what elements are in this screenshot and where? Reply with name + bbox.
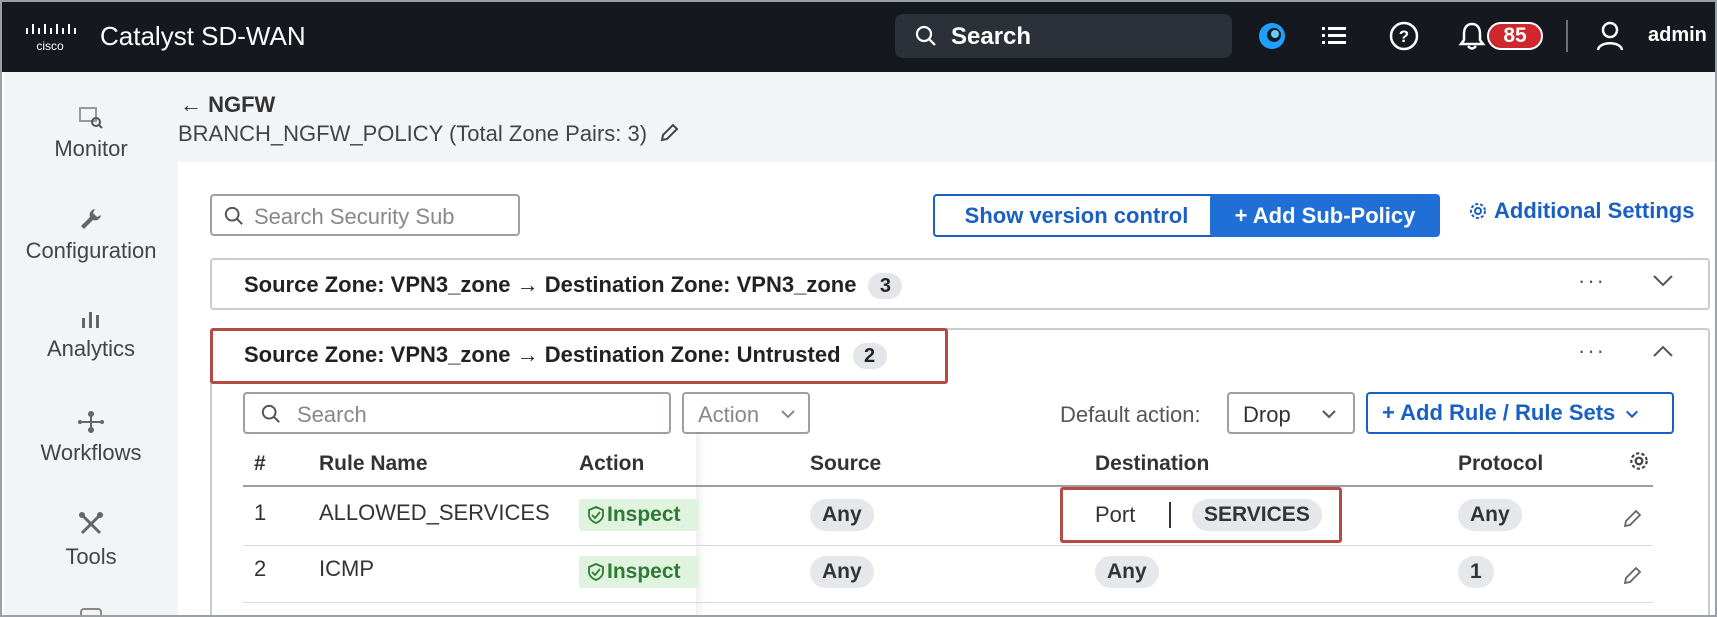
more-nav-icon[interactable] [80,608,102,617]
zone-pair-text: Source Zone: VPN3_zone → Destination Zon… [244,272,857,297]
nav-item-configuration[interactable]: Configuration [4,206,178,264]
assistant-icon[interactable] [1256,20,1288,52]
app-title: Catalyst SD-WAN [100,21,306,51]
help-icon[interactable]: ? [1388,20,1420,52]
nav-item-monitor[interactable]: Monitor [4,106,178,162]
policy-title: BRANCH_NGFW_POLICY (Total Zone Pairs: 3) [178,121,679,147]
search-icon [224,206,243,225]
source-pill: Any [810,556,874,588]
column-header-rule-name[interactable]: Rule Name [319,452,428,476]
back-link[interactable]: ← NGFW [180,92,275,118]
global-search-label: Search [951,23,1032,50]
zone-rule-count: 3 [868,273,903,299]
user-name[interactable]: admin [1648,24,1707,47]
column-header-destination[interactable]: Destination [1095,452,1209,476]
rule-name[interactable]: ICMP [319,556,374,582]
search-icon [261,404,280,423]
bar-chart-icon [82,312,99,328]
chevron-down-icon [781,410,795,419]
nav-item-label: Workflows [40,440,142,465]
additional-settings-link[interactable]: Additional Settings [1468,198,1694,224]
monitor-icon [79,107,103,129]
notifications-bell-icon[interactable] [1456,20,1488,52]
default-action-select[interactable]: Drop [1227,392,1355,434]
policy-title-text: BRANCH_NGFW_POLICY (Total Zone Pairs: 3) [178,121,648,146]
edit-pencil-icon[interactable] [1622,509,1642,529]
action-badge: Inspect [579,556,699,588]
left-nav: Monitor Configuration Analytics Workflow… [4,72,178,617]
nav-item-label: Configuration [25,238,157,263]
workflow-icon [78,411,104,433]
more-options-icon[interactable]: ··· [1578,268,1606,294]
shield-check-icon [588,506,604,524]
nav-item-label: Monitor [54,136,128,161]
column-header-number: # [254,452,266,475]
chevron-down-icon [1322,410,1336,419]
add-rule-button[interactable]: + Add Rule / Rule Sets [1366,392,1674,434]
column-header-protocol[interactable]: Protocol [1458,452,1543,476]
protocol-pill: 1 [1458,556,1494,588]
svg-text:cisco: cisco [36,39,64,53]
tools-icon [79,512,103,535]
rule-search-placeholder: Search [297,402,367,427]
destination-highlight [1060,487,1342,543]
sub-policy-search-input[interactable]: Search Security Sub [210,194,520,236]
user-icon[interactable] [1594,20,1626,52]
action-dropdown[interactable]: Action [682,392,810,434]
nav-item-analytics[interactable]: Analytics [4,308,178,362]
page-header-area [178,72,1715,162]
destination-pill: Any [1095,556,1159,588]
zone-pair-highlight [210,328,948,384]
nav-item-tools[interactable]: Tools [4,510,178,570]
action-badge: Inspect [579,499,699,531]
nav-item-label: Tools [65,544,117,569]
global-search[interactable]: Search [895,14,1232,58]
wrench-icon [81,209,101,229]
edit-pencil-icon[interactable] [1622,566,1642,586]
action-dropdown-label: Action [698,402,760,427]
zone-pair-row[interactable]: Source Zone: VPN3_zone → Destination Zon… [210,258,1710,310]
add-rule-label: + Add Rule / Rule Sets [1382,400,1616,425]
edit-pencil-icon[interactable] [659,123,679,143]
top-bar: cisco Catalyst SD-WAN Search ? 85 admin [2,2,1715,72]
nav-item-label: Analytics [46,336,136,361]
source-pill: Any [810,499,874,531]
show-version-control-button[interactable]: Show version control [933,194,1220,237]
chevron-down-icon[interactable] [1652,274,1674,288]
add-sub-policy-button[interactable]: + Add Sub-Policy [1210,194,1440,237]
app-window: cisco Catalyst SD-WAN Search ? 85 admin … [0,0,1717,617]
topbar-divider [1566,20,1568,52]
action-badge-label: Inspect [607,560,681,583]
gear-icon [1470,203,1486,219]
task-list-icon[interactable] [1318,20,1350,52]
notification-count-badge[interactable]: 85 [1487,22,1543,50]
rule-number: 1 [254,500,267,525]
action-badge-label: Inspect [607,503,681,526]
chevron-down-icon [1626,410,1639,419]
sub-policy-search-placeholder: Search Security Sub [254,204,455,229]
rule-name[interactable]: ALLOWED_SERVICES [319,500,550,526]
row-divider [243,545,1653,546]
shield-check-icon [588,563,604,581]
additional-settings-label: Additional Settings [1494,198,1695,223]
cisco-logo-icon: cisco [26,24,76,53]
nav-item-workflows[interactable]: Workflows [4,410,178,466]
chevron-up-icon[interactable] [1652,344,1674,358]
more-options-icon[interactable]: ··· [1578,338,1606,364]
rule-search-input[interactable]: Search [243,392,671,434]
table-header-divider [243,485,1653,487]
row-divider [243,602,1653,603]
column-settings-gear-icon[interactable] [1628,450,1650,472]
rule-number: 2 [254,556,267,581]
zone-pair-label: Source Zone: VPN3_zone → Destination Zon… [244,272,903,299]
search-icon [915,25,936,46]
protocol-pill: Any [1458,499,1522,531]
svg-text:?: ? [1399,27,1409,46]
default-action-value: Drop [1243,402,1291,427]
default-action-label: Default action: [1060,402,1201,427]
column-header-source[interactable]: Source [810,452,881,476]
column-header-action[interactable]: Action [579,452,644,476]
